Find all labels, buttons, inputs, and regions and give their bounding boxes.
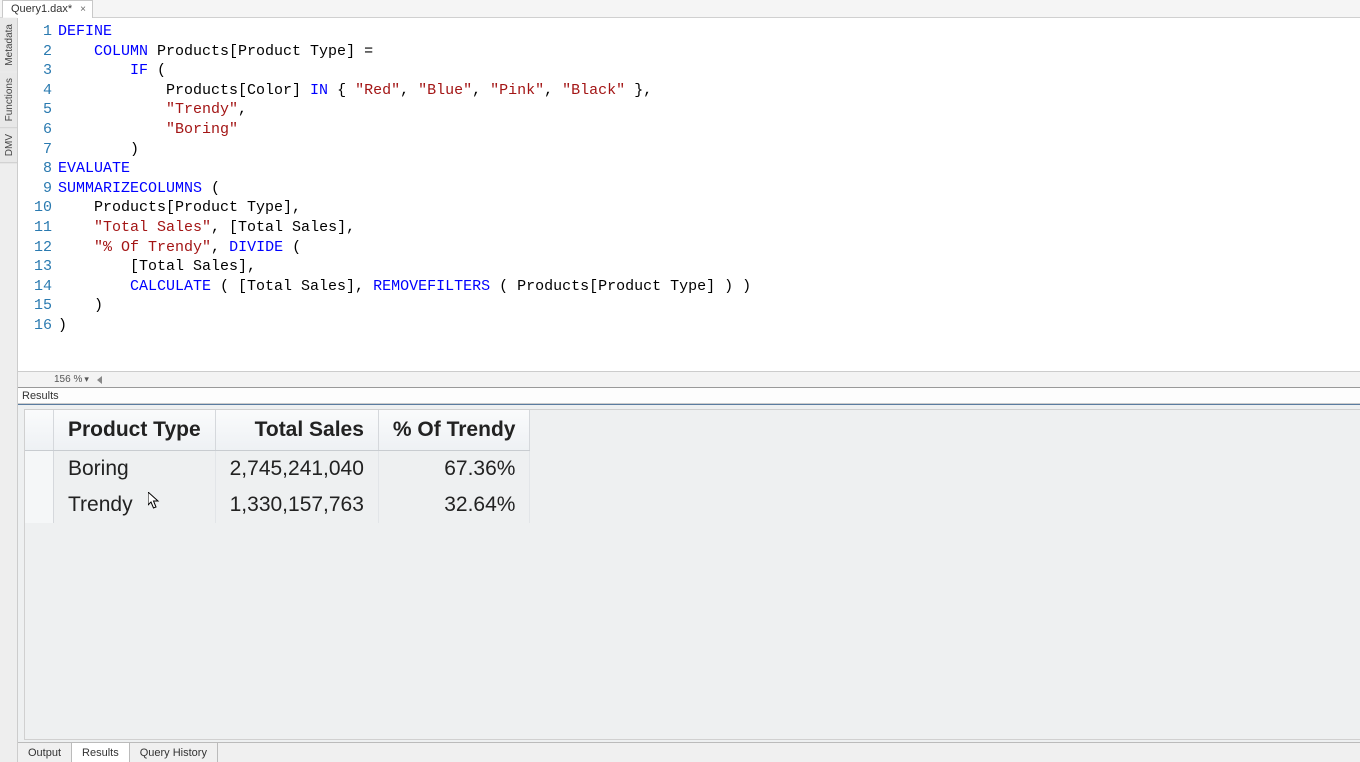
code-line[interactable]: "Boring": [58, 120, 751, 140]
results-panel-label: Results: [18, 388, 1360, 404]
line-number: 7: [18, 140, 52, 160]
cell-product-type[interactable]: Boring: [54, 451, 216, 488]
line-number: 11: [18, 218, 52, 238]
code-line[interactable]: SUMMARIZECOLUMNS (: [58, 179, 751, 199]
left-tool-tabs: Metadata Functions DMV: [0, 18, 18, 762]
code-line[interactable]: EVALUATE: [58, 159, 751, 179]
code-line[interactable]: CALCULATE ( [Total Sales], REMOVEFILTERS…: [58, 277, 751, 297]
row-header-corner: [25, 410, 54, 451]
line-number: 13: [18, 257, 52, 277]
tab-query-history[interactable]: Query History: [130, 743, 218, 762]
code-line[interactable]: "% Of Trendy", DIVIDE (: [58, 238, 751, 258]
cell-total-sales[interactable]: 1,330,157,763: [215, 487, 378, 523]
code-line[interactable]: [Total Sales],: [58, 257, 751, 277]
results-pane: Product Type Total Sales % Of Trendy Bor…: [18, 404, 1360, 762]
code-line[interactable]: COLUMN Products[Product Type] =: [58, 42, 751, 62]
row-header-cell: [25, 451, 54, 488]
code-line[interactable]: "Total Sales", [Total Sales],: [58, 218, 751, 238]
cell-pct-trendy[interactable]: 67.36%: [378, 451, 530, 488]
column-header-pct-trendy[interactable]: % Of Trendy: [378, 410, 530, 451]
cell-pct-trendy[interactable]: 32.64%: [378, 487, 530, 523]
main-container: Metadata Functions DMV 12345678910111213…: [0, 18, 1360, 762]
row-header-cell: [25, 487, 54, 523]
column-header-product-type[interactable]: Product Type: [54, 410, 216, 451]
line-number: 4: [18, 81, 52, 101]
code-line[interactable]: IF (: [58, 61, 751, 81]
table-header-row: Product Type Total Sales % Of Trendy: [25, 410, 530, 451]
code-editor[interactable]: 12345678910111213141516 DEFINE COLUMN Pr…: [18, 18, 1360, 336]
line-number-gutter: 12345678910111213141516: [18, 22, 58, 336]
code-editor-pane: 12345678910111213141516 DEFINE COLUMN Pr…: [18, 18, 1360, 388]
cell-total-sales[interactable]: 2,745,241,040: [215, 451, 378, 488]
line-number: 15: [18, 296, 52, 316]
results-grid-container: Product Type Total Sales % Of Trendy Bor…: [24, 409, 1360, 740]
code-line[interactable]: Products[Color] IN { "Red", "Blue", "Pin…: [58, 81, 751, 101]
output-tab-bar: Output Results Query History: [18, 742, 1360, 762]
document-tab-bar: Query1.dax* ×: [0, 0, 1360, 18]
code-line[interactable]: DEFINE: [58, 22, 751, 42]
close-icon[interactable]: ×: [78, 4, 88, 15]
line-number: 1: [18, 22, 52, 42]
code-line[interactable]: "Trendy",: [58, 100, 751, 120]
tab-output[interactable]: Output: [18, 743, 72, 762]
line-number: 6: [18, 120, 52, 140]
line-number: 16: [18, 316, 52, 336]
column-header-total-sales[interactable]: Total Sales: [215, 410, 378, 451]
line-number: 9: [18, 179, 52, 199]
document-tab[interactable]: Query1.dax* ×: [2, 0, 93, 18]
line-number: 14: [18, 277, 52, 297]
document-tab-title: Query1.dax*: [11, 3, 72, 15]
table-row[interactable]: Boring2,745,241,04067.36%: [25, 451, 530, 488]
line-number: 5: [18, 100, 52, 120]
line-number: 10: [18, 198, 52, 218]
line-number: 12: [18, 238, 52, 258]
code-line[interactable]: Products[Product Type],: [58, 198, 751, 218]
right-area: 12345678910111213141516 DEFINE COLUMN Pr…: [18, 18, 1360, 762]
editor-footer: 156 % ▾: [18, 371, 1360, 387]
side-tab-functions[interactable]: Functions: [0, 72, 17, 128]
table-row[interactable]: Trendy1,330,157,76332.64%: [25, 487, 530, 523]
tab-results[interactable]: Results: [72, 743, 130, 762]
chevron-down-icon[interactable]: ▾: [84, 374, 89, 385]
line-number: 2: [18, 42, 52, 62]
cell-product-type[interactable]: Trendy: [54, 487, 216, 523]
code-line[interactable]: ): [58, 316, 751, 336]
line-number: 3: [18, 61, 52, 81]
line-number: 8: [18, 159, 52, 179]
horizontal-scrollbar[interactable]: [91, 374, 1360, 386]
code-content[interactable]: DEFINE COLUMN Products[Product Type] = I…: [58, 22, 751, 336]
code-line[interactable]: ): [58, 296, 751, 316]
side-tab-metadata[interactable]: Metadata: [0, 18, 17, 72]
results-table[interactable]: Product Type Total Sales % Of Trendy Bor…: [25, 410, 530, 523]
code-line[interactable]: ): [58, 140, 751, 160]
zoom-level[interactable]: 156 %: [54, 374, 82, 385]
side-tab-dmv[interactable]: DMV: [0, 128, 17, 163]
